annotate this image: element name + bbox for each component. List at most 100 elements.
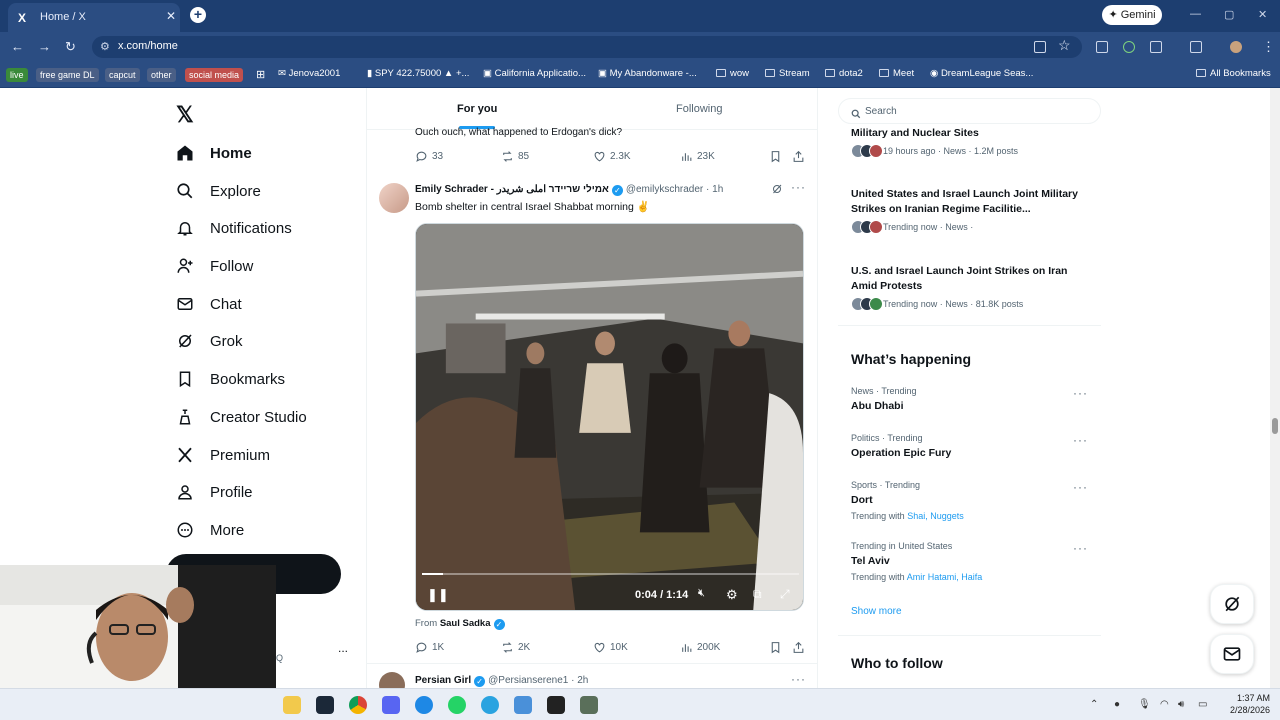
extensions-puzzle-icon[interactable] [1150, 41, 1162, 53]
trend-more-icon[interactable]: ··· [1073, 386, 1088, 400]
bookmark-folder-stream[interactable]: Stream [765, 68, 810, 79]
search-input[interactable]: Search [838, 98, 1101, 124]
tray-chevron-icon[interactable]: ⌃ [1090, 699, 1098, 710]
settings-gear-icon[interactable]: ⚙ [726, 587, 738, 603]
bookmark-button[interactable] [769, 641, 786, 654]
tab-search-icon[interactable] [1190, 41, 1202, 53]
like-button[interactable]: 10K [593, 641, 628, 654]
like-button[interactable]: 2.3K [593, 150, 631, 163]
nav-notifications[interactable]: Notifications [174, 213, 292, 243]
extension-icon[interactable] [1123, 41, 1135, 53]
nav-premium[interactable]: Premium [174, 440, 270, 470]
install-app-icon[interactable] [1034, 41, 1046, 53]
app-icon[interactable] [580, 696, 598, 714]
trend-more-icon[interactable]: ··· [1073, 480, 1088, 494]
nav-chat[interactable]: Chat [174, 289, 242, 319]
account-menu-dots-icon[interactable]: ... [338, 641, 348, 655]
bookmark-star-icon[interactable]: ☆ [1058, 37, 1071, 54]
notepad-icon[interactable] [514, 696, 532, 714]
reply-button[interactable]: 33 [415, 150, 443, 163]
whatsapp-icon[interactable] [448, 696, 466, 714]
bookmark-spy[interactable]: ▮ SPY 422.75000 ▲ +... [367, 68, 469, 79]
bookmark-all-bookmarks[interactable]: All Bookmarks [1196, 68, 1271, 79]
minimize-icon[interactable]: — [1190, 8, 1201, 20]
fullscreen-icon[interactable]: ⤢ [780, 587, 790, 602]
bookmark-button[interactable] [769, 150, 786, 163]
bookmark-dreamleague[interactable]: ◉ DreamLeague Seas... [930, 68, 1033, 79]
repost-button[interactable]: 2K [501, 641, 530, 654]
tray-app-icon[interactable]: ● [1114, 699, 1120, 710]
app-icon[interactable] [415, 696, 433, 714]
trend-more-icon[interactable]: ··· [1073, 541, 1088, 555]
file-explorer-icon[interactable] [283, 696, 301, 714]
telegram-icon[interactable] [481, 696, 499, 714]
next-author-handle[interactable]: @Persianserene1 [488, 675, 568, 686]
discord-icon[interactable] [382, 696, 400, 714]
nav-more[interactable]: More [174, 515, 244, 545]
share-button[interactable] [792, 150, 809, 163]
author-name[interactable]: Emily Schrader - אמילי שריידר املی شریدر [415, 184, 609, 195]
nav-follow[interactable]: Follow [174, 251, 253, 281]
extension-icon[interactable] [1096, 41, 1108, 53]
nav-creator-studio[interactable]: Creator Studio [174, 402, 307, 432]
bookmark-other[interactable]: other [147, 68, 176, 82]
trend-item[interactable]: News · Trending Abu Dhabi ··· [851, 386, 1091, 412]
back-icon[interactable]: ← [11, 39, 24, 54]
bookmark-free-game-dl[interactable]: free game DL [36, 68, 99, 82]
page-scrollbar[interactable] [1270, 88, 1280, 688]
site-info-icon[interactable]: ⚙ [100, 40, 110, 53]
video-progress-bar[interactable] [422, 573, 799, 575]
post-time[interactable]: · 1h [706, 184, 723, 195]
bookmark-live[interactable]: live [6, 68, 28, 82]
trend-with-links[interactable]: Shai, Nuggets [907, 511, 964, 521]
messages-fab-button[interactable] [1210, 634, 1254, 674]
microphone-icon[interactable]: 🎙︎ [1138, 699, 1151, 710]
views-button[interactable]: 200K [680, 641, 720, 654]
browser-menu-icon[interactable]: ⋮ [1262, 39, 1275, 55]
bookmark-folder-wow[interactable]: wow [716, 68, 749, 79]
scrollbar-thumb[interactable] [1272, 418, 1278, 434]
maximize-icon[interactable]: ▢ [1224, 8, 1234, 21]
bookmark-abandonware[interactable]: ▣ My Abandonware -... [598, 68, 697, 79]
mute-icon[interactable]: 🔇︎ [698, 587, 705, 600]
grok-post-icon[interactable] [771, 182, 783, 200]
browser-tab[interactable]: X Home / X ✕ [8, 3, 180, 32]
nav-home[interactable]: Home [174, 138, 252, 168]
trend-item[interactable]: Politics · Trending Operation Epic Fury … [851, 433, 1091, 459]
pause-icon[interactable]: ❚❚ [427, 587, 449, 603]
apps-grid-icon[interactable]: ⊞ [256, 68, 265, 81]
tab-close-icon[interactable]: ✕ [166, 9, 176, 23]
tab-for-you[interactable]: For you [457, 103, 497, 115]
system-clock[interactable]: 1:37 AM 2/28/2026 [1222, 692, 1270, 716]
tab-following[interactable]: Following [676, 103, 722, 115]
share-button[interactable] [792, 641, 809, 654]
profile-avatar[interactable] [1230, 41, 1242, 53]
news-item[interactable]: Military and Nuclear Sites 19 hours ago … [851, 126, 1091, 158]
picture-in-picture-icon[interactable]: ⧉ [753, 587, 762, 602]
author-handle[interactable]: @emilykschrader [626, 184, 703, 195]
gemini-button[interactable]: ✦ Gemini [1102, 5, 1162, 25]
bookmark-capcut[interactable]: capcut [105, 68, 140, 82]
bookmark-jenova[interactable]: ✉ Jenova2001 [278, 68, 340, 79]
new-tab-button[interactable]: + [190, 7, 206, 23]
repost-button[interactable]: 85 [501, 150, 529, 163]
video-player[interactable]: ❚❚ 0:04 / 1:14 🔇︎ ⚙ ⧉ ⤢ [415, 223, 804, 611]
grok-fab-button[interactable] [1210, 584, 1254, 624]
window-close-icon[interactable]: ✕ [1258, 8, 1267, 21]
nav-bookmarks[interactable]: Bookmarks [174, 364, 285, 394]
author-avatar[interactable] [379, 183, 409, 213]
chrome-icon[interactable] [349, 696, 367, 714]
trend-with-links[interactable]: Amir Hatami, Haifa [907, 572, 983, 582]
bookmark-folder-dota2[interactable]: dota2 [825, 68, 863, 79]
trend-item[interactable]: Sports · Trending Dort Trending with Sha… [851, 480, 1091, 521]
news-item[interactable]: U.S. and Israel Launch Joint Strikes on … [851, 264, 1091, 311]
reload-icon[interactable]: ↻ [65, 39, 76, 55]
next-author-avatar[interactable] [379, 672, 405, 688]
news-item[interactable]: United States and Israel Launch Joint Mi… [851, 187, 1091, 234]
post-more-icon[interactable]: ··· [791, 180, 806, 194]
capcut-icon[interactable] [547, 696, 565, 714]
forward-icon[interactable]: → [38, 39, 51, 54]
nav-explore[interactable]: Explore [174, 176, 261, 206]
volume-icon[interactable]: 🔊︎ [1178, 699, 1184, 710]
address-bar[interactable]: ⚙ x.com/home [92, 36, 1082, 58]
